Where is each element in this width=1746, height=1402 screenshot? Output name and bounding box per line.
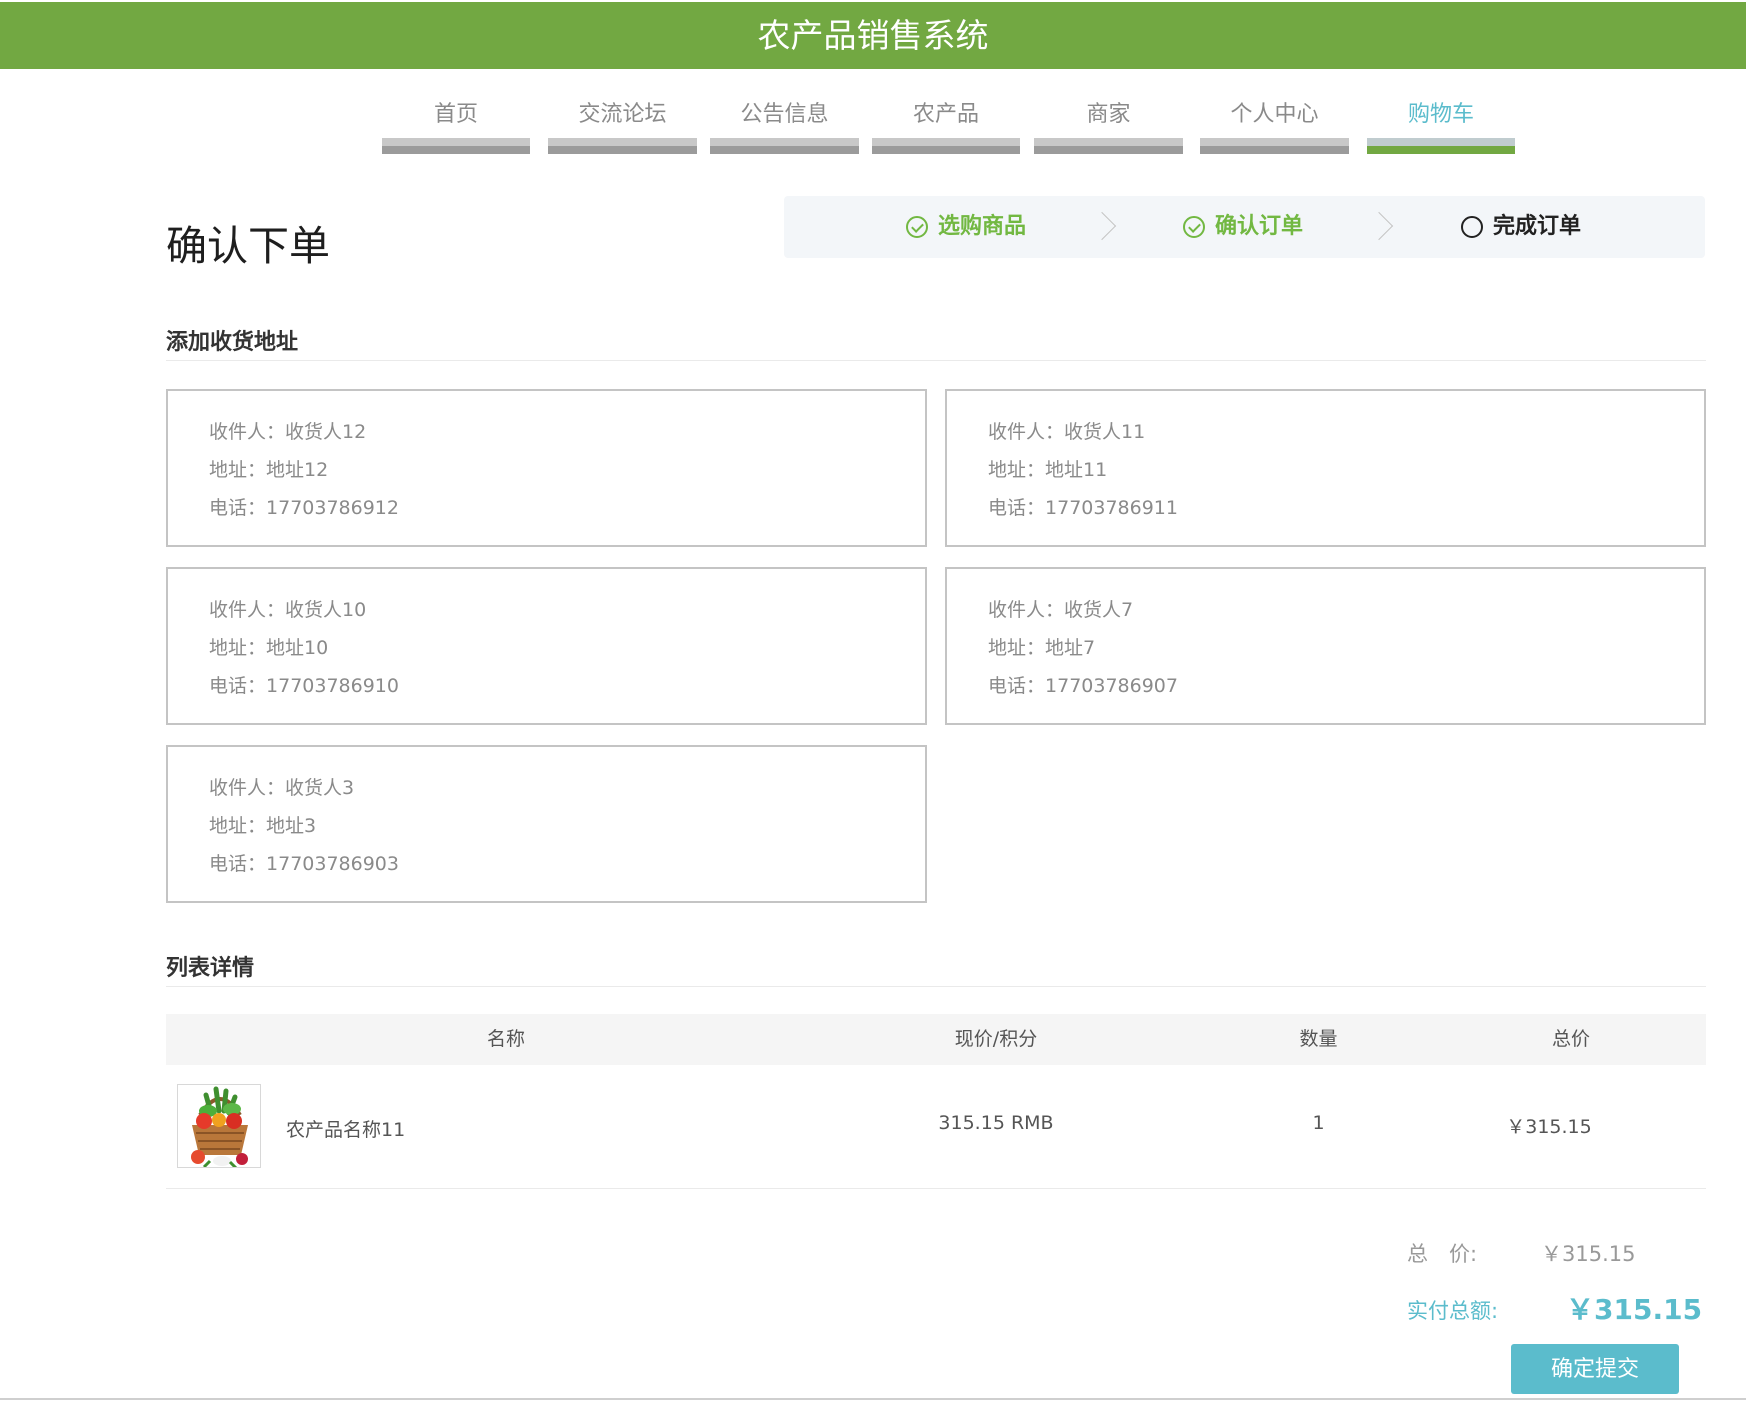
nav-item-label: 交流论坛 <box>578 102 667 127</box>
nav-underline <box>872 138 1020 154</box>
nav-item-label: 个人中心 <box>1230 102 1319 127</box>
step-confirm-order: 确认订单 <box>1183 196 1303 258</box>
app-header: 农产品销售系统 <box>0 2 1746 69</box>
table-header: 名称 现价/积分 数量 总价 <box>166 1014 1706 1065</box>
divider <box>166 360 1706 361</box>
address-location: 地址：地址7 <box>988 637 1096 659</box>
nav-item-home[interactable]: 首页 <box>382 92 530 154</box>
divider <box>166 1188 1706 1189</box>
divider <box>166 986 1706 987</box>
chevron-right-icon <box>1364 211 1394 241</box>
column-header-quantity: 数量 <box>1299 1028 1338 1050</box>
address-phone: 电话：17703786911 <box>988 497 1178 519</box>
app-title: 农产品销售系统 <box>757 16 989 55</box>
step-complete-order: 完成订单 <box>1461 196 1581 258</box>
submit-button[interactable]: 确定提交 <box>1511 1344 1679 1394</box>
product-quantity: 1 <box>1312 1112 1325 1134</box>
address-recipient: 收件人：收货人3 <box>209 777 355 799</box>
address-card[interactable]: 收件人：收货人10 地址：地址10 电话：17703786910 <box>166 567 927 725</box>
product-total: ￥315.15 <box>1506 1116 1592 1138</box>
nav-item-label: 公告信息 <box>740 102 829 127</box>
chevron-right-icon <box>1087 211 1117 241</box>
address-card[interactable]: 收件人：收货人3 地址：地址3 电话：17703786903 <box>166 745 927 903</box>
nav-item-forum[interactable]: 交流论坛 <box>548 92 697 154</box>
address-location: 地址：地址10 <box>209 637 329 659</box>
address-location: 地址：地址12 <box>209 459 329 481</box>
address-phone: 电话：17703786907 <box>988 675 1178 697</box>
product-image[interactable] <box>177 1084 261 1168</box>
nav-underline <box>710 138 859 154</box>
main-nav: 首页 交流论坛 公告信息 农产品 商家 个人中心 购物车 <box>0 92 1746 160</box>
total-label: 总 价: <box>1407 1242 1478 1266</box>
nav-underline <box>382 138 530 154</box>
nav-item-merchants[interactable]: 商家 <box>1034 92 1183 154</box>
nav-item-profile[interactable]: 个人中心 <box>1200 92 1349 154</box>
nav-underline <box>548 138 697 154</box>
address-card[interactable]: 收件人：收货人12 地址：地址12 电话：17703786912 <box>166 389 927 547</box>
check-circle-icon <box>906 216 928 238</box>
address-phone: 电话：17703786903 <box>209 853 399 875</box>
divider <box>0 1398 1746 1400</box>
address-card[interactable]: 收件人：收货人11 地址：地址11 电话：17703786911 <box>945 389 1706 547</box>
column-header-name: 名称 <box>486 1028 525 1050</box>
step-label: 确认订单 <box>1215 214 1304 239</box>
nav-item-announcements[interactable]: 公告信息 <box>710 92 859 154</box>
column-header-price: 现价/积分 <box>954 1028 1038 1050</box>
nav-underline <box>1367 138 1515 154</box>
step-label: 选购商品 <box>938 214 1027 239</box>
product-price: 315.15 RMB <box>938 1112 1054 1134</box>
pay-total-label: 实付总额: <box>1407 1299 1499 1323</box>
nav-item-cart[interactable]: 购物车 <box>1367 92 1515 154</box>
address-card[interactable]: 收件人：收货人7 地址：地址7 电话：17703786907 <box>945 567 1706 725</box>
address-recipient: 收件人：收货人7 <box>988 599 1134 621</box>
nav-underline <box>1200 138 1349 154</box>
page-title: 确认下单 <box>166 222 330 270</box>
step-select-goods: 选购商品 <box>906 196 1026 258</box>
nav-item-label: 农产品 <box>912 102 979 127</box>
order-steps: 选购商品 确认订单 完成订单 <box>784 196 1705 258</box>
address-recipient: 收件人：收货人10 <box>209 599 367 621</box>
nav-item-label: 商家 <box>1086 102 1131 127</box>
address-phone: 电话：17703786910 <box>209 675 399 697</box>
address-location: 地址：地址3 <box>209 815 317 837</box>
column-header-total: 总价 <box>1551 1028 1590 1050</box>
nav-underline <box>1034 138 1183 154</box>
product-name: 农产品名称11 <box>286 1119 406 1141</box>
address-recipient: 收件人：收货人11 <box>988 421 1146 443</box>
nav-item-label: 首页 <box>433 102 478 127</box>
address-phone: 电话：17703786912 <box>209 497 399 519</box>
nav-item-label: 购物车 <box>1407 102 1474 127</box>
circle-icon <box>1461 216 1483 238</box>
address-recipient: 收件人：收货人12 <box>209 421 367 443</box>
address-location: 地址：地址11 <box>988 459 1108 481</box>
step-label: 完成订单 <box>1493 214 1582 239</box>
check-circle-icon <box>1183 216 1205 238</box>
list-section-title: 列表详情 <box>166 956 255 981</box>
pay-total-value: ￥315.15 <box>1566 1293 1703 1326</box>
total-value: ￥315.15 <box>1541 1242 1636 1266</box>
address-section-title: 添加收货地址 <box>166 330 299 355</box>
nav-item-products[interactable]: 农产品 <box>872 92 1020 154</box>
